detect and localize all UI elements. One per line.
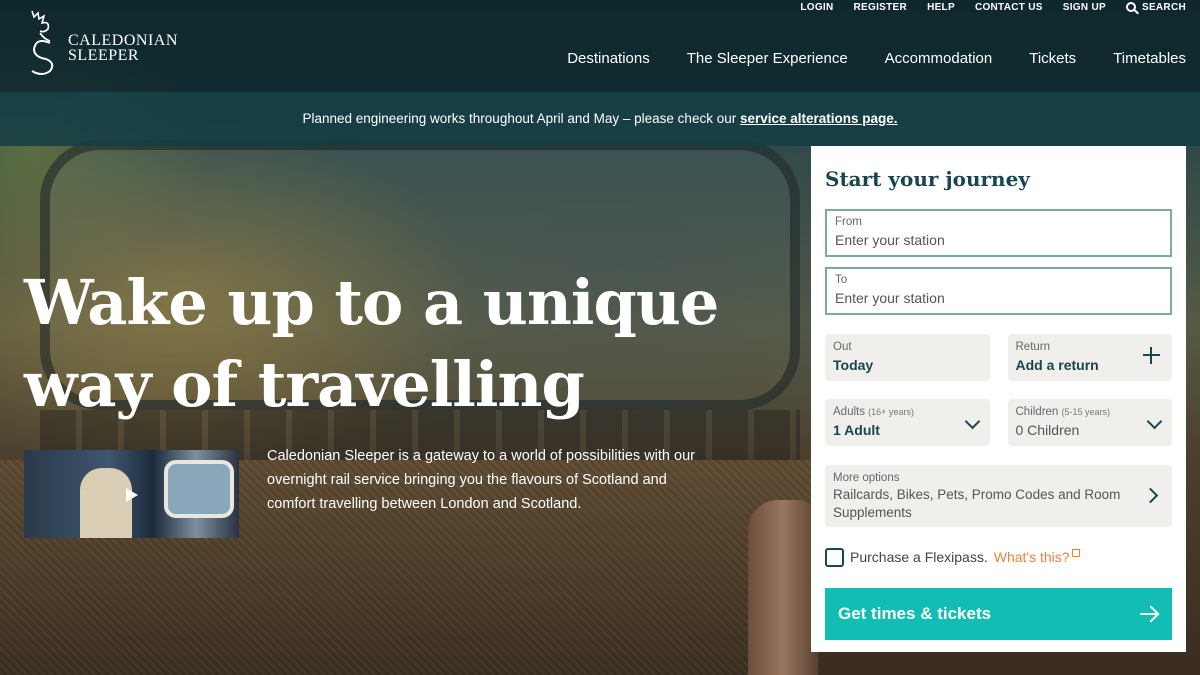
brand-logo[interactable]: CALEDONIAN SLEEPER (24, 6, 184, 78)
adults-hint: (16+ years) (868, 407, 914, 417)
from-input[interactable] (835, 232, 1162, 248)
video-person-image (80, 468, 132, 538)
get-tickets-label: Get times & tickets (838, 604, 992, 623)
passengers-row: Adults (16+ years) 1 Adult Children (5-1… (825, 399, 1172, 446)
more-options-button[interactable]: More options Railcards, Bikes, Pets, Pro… (825, 465, 1172, 527)
return-date-selector[interactable]: Return Add a return (1007, 334, 1172, 381)
more-options-desc: Railcards, Bikes, Pets, Promo Codes and … (833, 487, 1121, 520)
out-value: Today (833, 357, 874, 373)
video-window-image (164, 460, 234, 518)
get-tickets-button[interactable]: Get times & tickets (825, 588, 1172, 640)
login-link[interactable]: LOGIN (800, 2, 833, 13)
stag-logo-icon (31, 10, 54, 75)
adults-label-wrap: Adults (16+ years) (833, 405, 982, 419)
flexipass-info-link[interactable]: What's this? (994, 549, 1080, 565)
return-label: Return (1015, 341, 1051, 353)
register-link[interactable]: REGISTER (854, 2, 908, 13)
headline-line-2: way of travelling (24, 348, 585, 421)
search-label: SEARCH (1141, 1, 1186, 13)
utility-nav: LOGIN REGISTER HELP CONTACT US SIGN UP S… (800, 0, 1186, 14)
from-field[interactable]: From (825, 209, 1172, 257)
main-nav: Destinations The Sleeper Experience Acco… (567, 50, 1186, 67)
to-label: To (835, 274, 848, 286)
brand-wordmark: CALEDONIAN SLEEPER (68, 32, 178, 64)
external-link-icon (1071, 549, 1080, 557)
search-icon (1125, 2, 1136, 12)
children-hint: (5-15 years) (1061, 407, 1111, 417)
arrow-right-icon (1139, 604, 1159, 624)
contact-link[interactable]: CONTACT US (975, 2, 1043, 13)
notice-text: Planned engineering works throughout Apr… (302, 111, 740, 126)
children-label: Children (1015, 406, 1059, 418)
children-label-wrap: Children (5-15 years) (1016, 405, 1165, 419)
video-thumbnail[interactable] (24, 450, 239, 538)
hero-cup (748, 500, 818, 675)
notice-bar: Planned engineering works throughout Apr… (0, 92, 1200, 146)
booking-panel: Start your journey From To Out Today Ret… (811, 146, 1186, 652)
nav-item-timetables[interactable]: Timetables (1113, 50, 1186, 67)
help-link[interactable]: HELP (927, 2, 955, 13)
to-input[interactable] (835, 290, 1162, 306)
plus-icon (1143, 347, 1160, 364)
flexipass-checkbox[interactable] (825, 547, 844, 567)
flexipass-link-label: What's this? (993, 549, 1070, 565)
from-label: From (835, 216, 862, 228)
adults-value: 1 Adult (833, 422, 880, 438)
flexipass-text: Purchase a Flexipass. (850, 549, 988, 565)
brand-line-2: SLEEPER (68, 47, 140, 64)
to-field[interactable]: To (825, 267, 1172, 315)
play-icon (126, 488, 138, 502)
service-alterations-link[interactable]: service alterations page. (740, 111, 898, 126)
chevron-right-icon (1142, 487, 1159, 504)
children-value: 0 Children (1015, 422, 1080, 438)
hero-headline: Wake up to a unique way of travelling (24, 262, 784, 426)
out-date-selector[interactable]: Out Today (825, 334, 990, 381)
nav-item-accommodation[interactable]: Accommodation (885, 50, 993, 67)
more-options-label: More options (833, 472, 900, 484)
out-label: Out (833, 341, 852, 353)
hero-intro: Caledonian Sleeper is a gateway to a wor… (267, 448, 695, 512)
headline-line-1: Wake up to a unique (24, 266, 719, 339)
adults-select[interactable]: Adults (16+ years) 1 Adult (825, 399, 990, 446)
dates-row: Out Today Return Add a return (825, 334, 1172, 381)
brand-line-1: CALEDONIAN (68, 32, 178, 49)
adults-label: Adults (833, 406, 865, 418)
return-value: Add a return (1015, 357, 1099, 373)
nav-item-tickets[interactable]: Tickets (1029, 50, 1076, 67)
nav-item-sleeper-experience[interactable]: The Sleeper Experience (687, 50, 848, 67)
children-select[interactable]: Children (5-15 years) 0 Children (1007, 399, 1172, 446)
booking-title: Start your journey (825, 167, 1030, 191)
flexipass-row: Purchase a Flexipass. What's this? (825, 547, 1172, 567)
nav-item-destinations[interactable]: Destinations (567, 50, 650, 67)
search-button[interactable]: SEARCH (1125, 1, 1186, 13)
signup-link[interactable]: SIGN UP (1063, 2, 1106, 13)
